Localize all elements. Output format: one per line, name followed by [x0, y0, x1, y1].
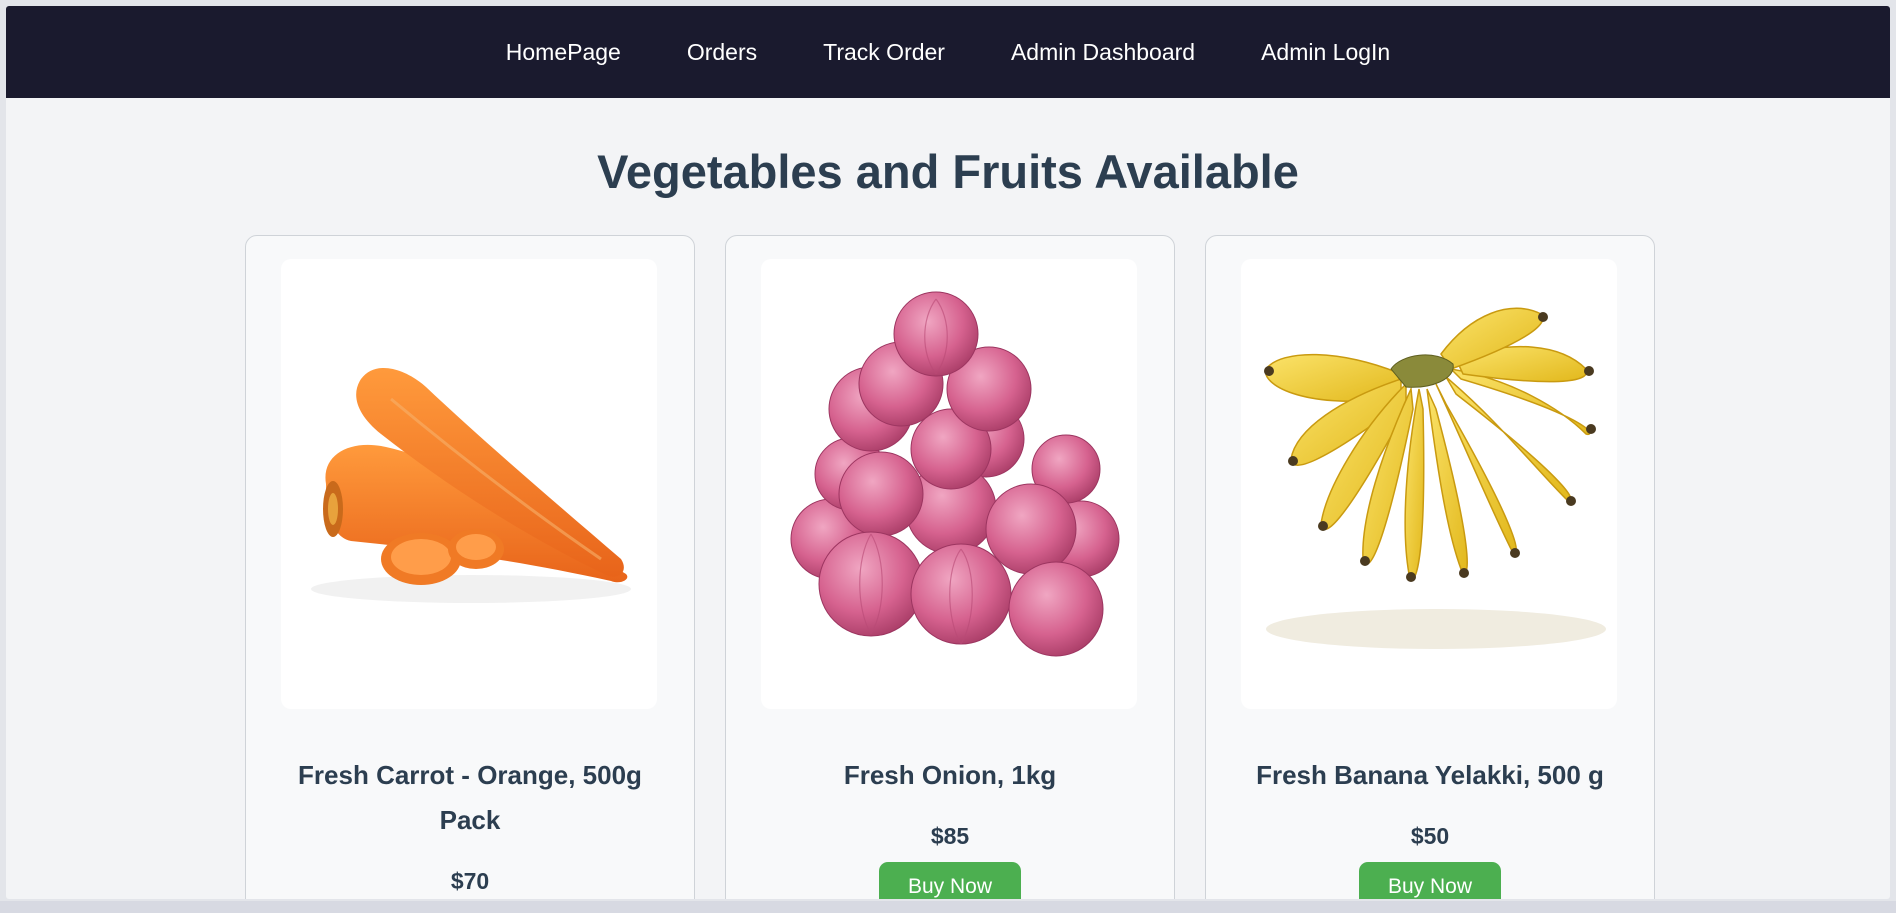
product-price: $70 [450, 868, 490, 894]
taskbar-edge [0, 901, 1896, 913]
top-navbar: HomePage Orders Track Order Admin Dashbo… [6, 6, 1890, 98]
product-name: Fresh Banana Yelakki, 500 g [1256, 760, 1604, 790]
page-title: Vegetables and Fruits Available [597, 145, 1299, 198]
product-name: Fresh Onion, 1kg [843, 760, 1057, 790]
product-name: Fresh Carrot - Orange, 500g Pack [298, 760, 642, 835]
buy-now-button[interactable]: Buy Now [1359, 862, 1501, 899]
nav-link-admin-dashboard[interactable]: Admin Dashboard [1011, 39, 1195, 66]
browser-viewport: HomePage Orders Track Order Admin Dashbo… [6, 6, 1890, 899]
buy-now-button[interactable]: Buy Now [879, 862, 1021, 899]
product-image-onion [761, 259, 1137, 709]
banana-image [1264, 307, 1606, 649]
product-card-carrot: Fresh Carrot - Orange, 500g Pack $70 [245, 235, 695, 899]
product-price: $85 [930, 823, 970, 849]
nav-link-track-order[interactable]: Track Order [823, 39, 945, 66]
product-card-banana: Fresh Banana Yelakki, 500 g $50 Buy Now [1205, 235, 1655, 899]
product-image-carrot [281, 259, 657, 709]
product-card-onion: Fresh Onion, 1kg $85 Buy Now [725, 235, 1175, 899]
nav-link-homepage[interactable]: HomePage [506, 39, 621, 66]
product-image-banana [1241, 259, 1617, 709]
nav-link-orders[interactable]: Orders [687, 39, 757, 66]
nav-link-admin-login[interactable]: Admin LogIn [1261, 39, 1390, 66]
onion-image [790, 291, 1120, 657]
carrot-image [311, 367, 631, 603]
product-price: $50 [1410, 823, 1450, 849]
